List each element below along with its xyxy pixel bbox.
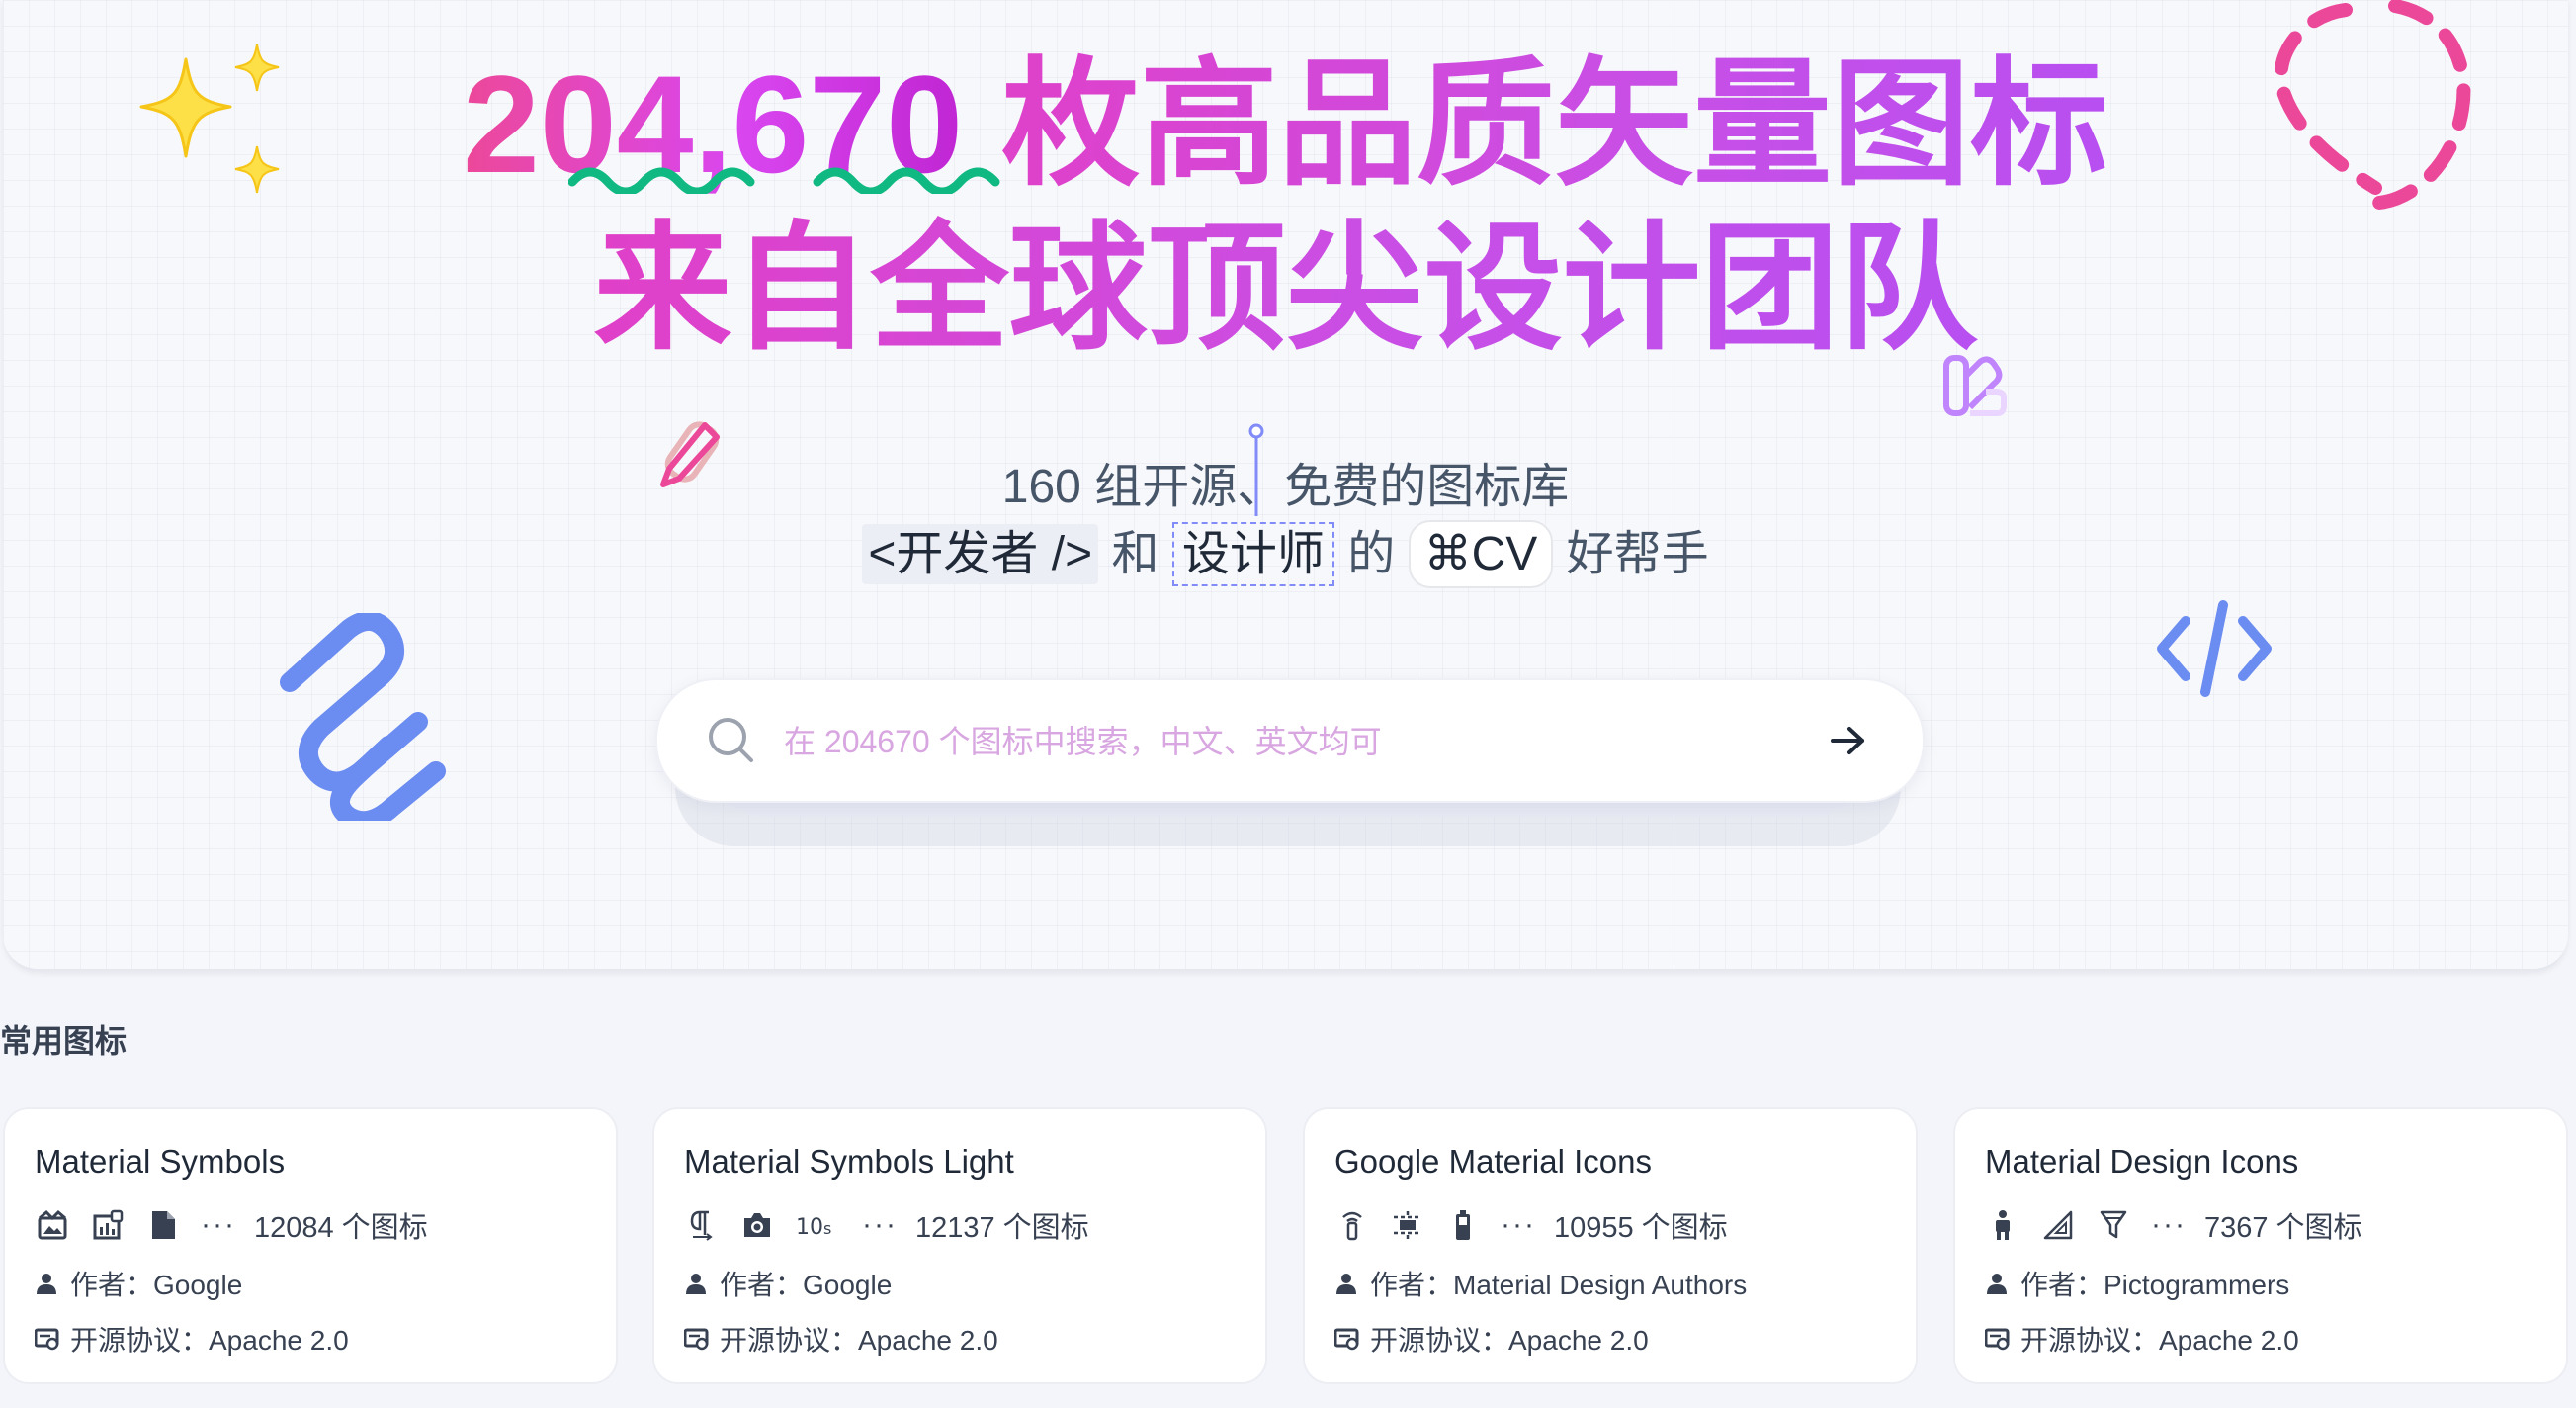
camera-icon <box>739 1207 775 1243</box>
license-icon <box>35 1326 60 1352</box>
hero-subtitle: 160 组开源、免费的图标库 <box>1001 461 1570 513</box>
wifi-tower-icon <box>1334 1207 1370 1243</box>
license-row: 开源协议：Apache 2.0 <box>684 1319 998 1359</box>
author-text: 作者：Material Design Authors <box>1370 1270 1748 1300</box>
word-of: 的 <box>1347 528 1396 580</box>
more-dots: ··· <box>862 1208 898 1241</box>
author-text: 作者：Google <box>70 1270 243 1300</box>
person-icon <box>684 1271 710 1296</box>
timer-10s-icon: 10 s <box>795 1207 842 1243</box>
more-dots: ··· <box>2151 1208 2187 1241</box>
search-icon <box>709 718 753 762</box>
filter-icon <box>2096 1207 2131 1243</box>
search-box[interactable] <box>655 678 1925 803</box>
icon-count: 7367 个图标 <box>2203 1212 2362 1244</box>
wavy-underline <box>568 167 1000 194</box>
more-dots: ··· <box>201 1208 236 1241</box>
paragraph-icon <box>684 1207 720 1243</box>
iconset-samples: ··· 7367 个图标 <box>1985 1202 2362 1248</box>
author-text: 作者：Pictogrammers <box>2020 1270 2290 1300</box>
iconset-card[interactable]: Material Symbols ··· 12084 个图标 作者：Google… <box>3 1107 618 1384</box>
iconset-name: Material Symbols <box>35 1143 286 1180</box>
license-row: 开源协议：Apache 2.0 <box>1334 1319 1649 1359</box>
hero-title-line1: 204,670 枚高品质矢量图标 <box>3 45 2568 204</box>
iconset-card[interactable]: Material Symbols Light 10 s ··· 12137 个图标… <box>652 1107 1267 1384</box>
author-row: 作者：Pictogrammers <box>1985 1264 2289 1303</box>
selection-handle-icon <box>1248 423 1264 516</box>
color-swatch-icon <box>1943 355 2007 416</box>
person-icon <box>1985 1271 2011 1296</box>
person-icon <box>35 1271 60 1296</box>
iconset-card[interactable]: Google Material Icons ··· 10955 个图标 作者：M… <box>1303 1107 1918 1384</box>
license-row: 开源协议：Apache 2.0 <box>1985 1319 2299 1359</box>
person-icon <box>1985 1207 2020 1243</box>
word-helper: 好帮手 <box>1566 528 1709 580</box>
iconset-name: Google Material Icons <box>1334 1143 1652 1180</box>
section-title-popular: 常用图标 <box>0 1023 128 1059</box>
word-and: 和 <box>1111 528 1159 580</box>
license-text: 开源协议：Apache 2.0 <box>1370 1325 1649 1356</box>
author-row: 作者：Material Design Authors <box>1334 1264 1747 1303</box>
license-icon <box>684 1326 710 1352</box>
tag-developer: <开发者 /> <box>862 524 1099 584</box>
svg-text:10: 10 <box>796 1215 823 1240</box>
iconset-samples: ··· 10955 个图标 <box>1334 1202 1728 1248</box>
crop-icon <box>1390 1207 1425 1243</box>
hero-section: 204,670 枚高品质矢量图标 来自全球顶尖设计团队 160 组开源、免费的图… <box>3 0 2568 971</box>
more-dots: ··· <box>1501 1208 1536 1241</box>
chart-icon <box>90 1207 126 1243</box>
search-input[interactable] <box>782 716 1774 767</box>
code-icon <box>2157 600 2272 697</box>
person-icon <box>1334 1271 1360 1296</box>
triangle-ruler-icon <box>2040 1207 2076 1243</box>
icon-count: 12084 个图标 <box>253 1212 428 1244</box>
iconset-name: Material Symbols Light <box>684 1143 1014 1180</box>
iconset-name: Material Design Icons <box>1985 1143 2299 1180</box>
iconset-samples: 10 s ··· 12137 个图标 <box>684 1202 1089 1248</box>
search-bar <box>655 678 1925 846</box>
license-row: 开源协议：Apache 2.0 <box>35 1319 349 1359</box>
license-text: 开源协议：Apache 2.0 <box>70 1325 349 1356</box>
author-row: 作者：Google <box>684 1264 892 1303</box>
svg-text:s: s <box>823 1219 831 1238</box>
document-icon <box>145 1207 181 1243</box>
battery-icon <box>1445 1207 1481 1243</box>
author-row: 作者：Google <box>35 1264 242 1303</box>
hero-tagline: <开发者 /> 和 设计师 的 ⌘CV 好帮手 <box>3 514 2568 588</box>
license-icon <box>1334 1326 1360 1352</box>
iconset-card[interactable]: Material Design Icons ··· 7367 个图标 作者：Pi… <box>1953 1107 2568 1384</box>
squiggle-icon <box>280 613 446 821</box>
iconset-samples: ··· 12084 个图标 <box>35 1202 428 1248</box>
license-text: 开源协议：Apache 2.0 <box>2020 1325 2299 1356</box>
hero-title-text: 枚高品质矢量图标 <box>963 46 2108 202</box>
hero-title-line2-text: 来自全球顶尖设计团队 <box>593 211 1978 366</box>
icon-count: 10955 个图标 <box>1553 1212 1728 1244</box>
image-frame-icon <box>35 1207 70 1243</box>
arrow-right-icon[interactable] <box>1830 726 1865 755</box>
tag-cv: ⌘CV <box>1408 520 1554 588</box>
license-icon <box>1985 1326 2011 1352</box>
hero-title-line2: 来自全球顶尖设计团队 <box>3 210 2568 368</box>
author-text: 作者：Google <box>720 1270 893 1300</box>
tag-designer: 设计师 <box>1171 522 1334 586</box>
icon-count: 12137 个图标 <box>914 1212 1089 1244</box>
license-text: 开源协议：Apache 2.0 <box>720 1325 998 1356</box>
